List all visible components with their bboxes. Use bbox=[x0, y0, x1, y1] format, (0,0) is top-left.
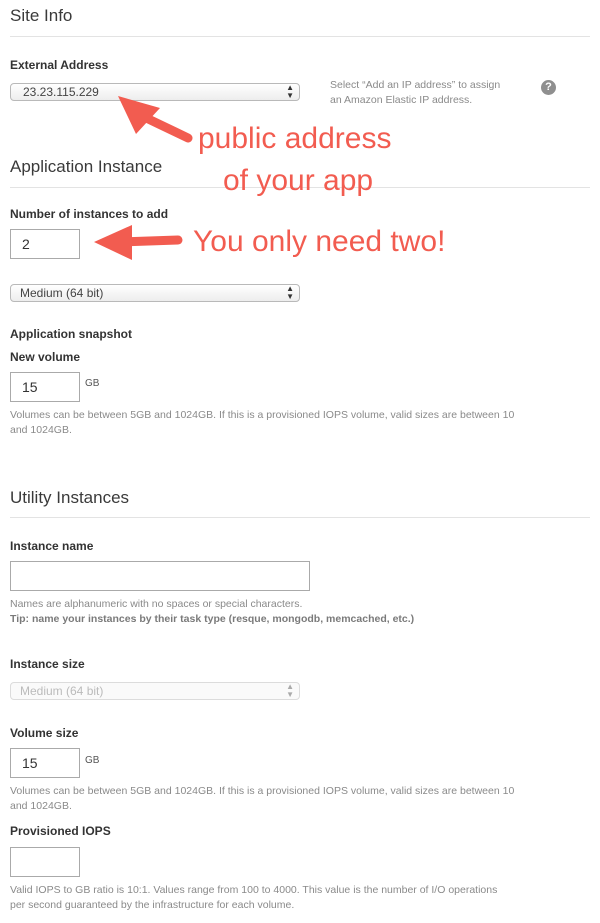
annotation-only-need-two: You only need two! bbox=[193, 225, 446, 258]
red-arrow-icon bbox=[118, 96, 193, 143]
annotation-public-address: public address bbox=[198, 122, 392, 155]
red-arrow-icon bbox=[94, 225, 183, 260]
annotation-of-your-app: of your app bbox=[223, 164, 374, 197]
